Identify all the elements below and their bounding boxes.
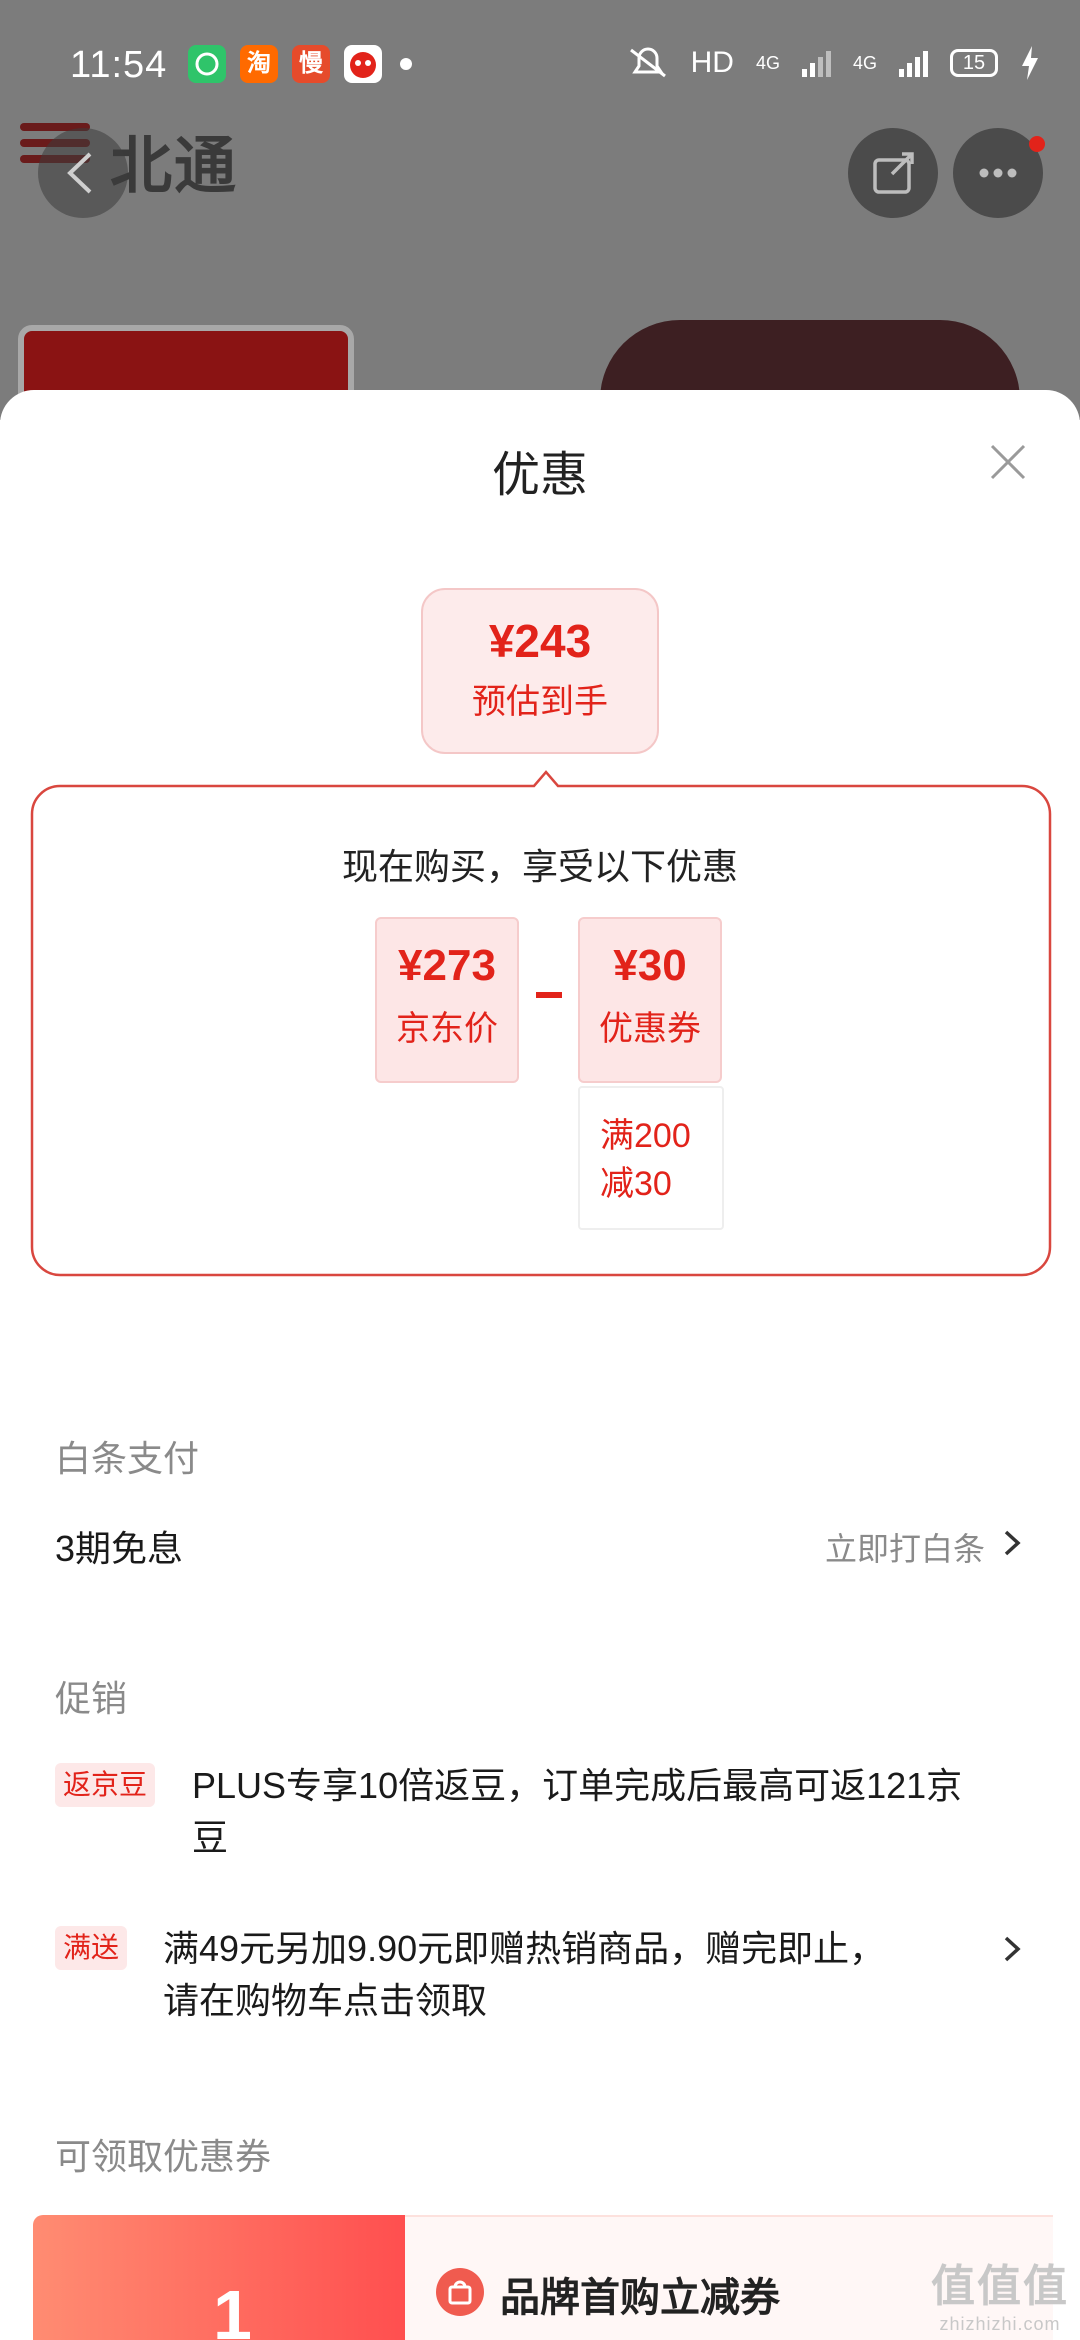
wechat-icon: [188, 45, 226, 83]
discount-sheet: 优惠 ¥243 预估到手: [0, 390, 1080, 2340]
estimated-price-label: 预估到手: [472, 683, 608, 721]
chevron-right-icon: [1004, 1936, 1021, 1962]
coupon-label: 优惠券: [599, 1010, 701, 1048]
coupon-card-left: 1: [33, 2215, 405, 2340]
signal-1-icon: [801, 49, 831, 77]
net-type-1: 4G: [755, 52, 780, 73]
coupons-section-label: 可领取优惠券: [55, 2136, 272, 2177]
breakdown-title: 现在购买，享受以下优惠: [341, 846, 738, 887]
taobao-icon: 淘: [240, 45, 278, 83]
promo-tag-jingdou: 返京豆: [55, 1763, 156, 1807]
notification-dot-icon: [1029, 136, 1045, 152]
battery-icon: 15: [950, 49, 998, 77]
share-button[interactable]: [848, 128, 938, 218]
promo-item-jingdou: PLUS专享10倍返豆，订单完成后最高可返121京 豆: [192, 1760, 1042, 1864]
chevron-left-icon: [67, 152, 92, 194]
baitiao-action[interactable]: 立即打白条: [825, 1524, 985, 1570]
charging-icon: [1022, 46, 1038, 80]
promo-jingdou-line2: 豆: [192, 1817, 229, 1858]
jd-price-value: ¥273: [398, 941, 496, 990]
coupon-value: ¥30: [613, 941, 687, 990]
coupon-chip: ¥30 优惠券: [578, 917, 722, 1083]
minus-sign: [536, 992, 562, 998]
watermark-sub: zhizhizhi.com: [939, 2314, 1061, 2334]
status-bar: 11:54 淘 慢 HD 4G 4G 15: [0, 0, 1080, 120]
coupon-condition-line2: 减30: [600, 1165, 672, 1203]
product-page-background: 11:54 淘 慢 HD 4G 4G 15 北通: [0, 0, 1080, 420]
watermark-main: 值值值: [931, 2262, 1069, 2311]
app-icon: 慢: [292, 45, 330, 83]
promo-tag-gift: 满送: [55, 1926, 128, 1970]
brand-name: 北通: [110, 132, 239, 201]
sheet-title: 优惠: [491, 449, 588, 502]
coupon-condition-line1: 满200: [600, 1117, 691, 1155]
promo-gift-line2: 请在购物车点击领取: [163, 1980, 488, 2021]
back-button[interactable]: [38, 128, 128, 218]
more-button[interactable]: [953, 128, 1045, 218]
coupon-title: 品牌首购立减券: [500, 2276, 780, 2320]
promotion-section-label: 促销: [55, 1678, 128, 1719]
estimated-price-box: ¥243 预估到手: [421, 588, 659, 754]
coupon-card[interactable]: 1 品牌首购立减券: [33, 2215, 1053, 2340]
watermark: 值值值 zhizhizhi.com: [930, 2250, 1070, 2335]
coupon-amount: 1: [213, 2276, 252, 2340]
chevron-right-icon: [1004, 1530, 1021, 1556]
baitiao-section-label: 白条支付: [55, 1438, 200, 1479]
status-right-group: HD 4G 4G 15: [627, 46, 1040, 80]
hd-label: HD: [690, 46, 734, 79]
signal-2-icon: [899, 49, 928, 77]
jd-price-chip: ¥273 京东价: [375, 917, 519, 1083]
jd-mascot-icon: [344, 45, 382, 83]
mute-bell-icon: [629, 47, 666, 78]
net-type-2: 4G: [852, 52, 877, 73]
promo-item-gift: 满49元另加9.90元即赠热销商品，赠完即止， 请在购物车点击领取: [163, 1923, 993, 2027]
close-icon[interactable]: [988, 442, 1028, 482]
coupon-condition: 满200 减30: [578, 1086, 724, 1230]
promo-jingdou-line1: PLUS专享10倍返豆，订单完成后最高可返121京: [192, 1765, 963, 1806]
promo-gift-line1: 满49元另加9.90元即赠热销商品，赠完即止，: [163, 1928, 886, 1969]
status-time: 11:54: [70, 44, 168, 86]
notification-dot-icon: [400, 58, 412, 70]
estimated-price: ¥243: [488, 615, 592, 667]
baitiao-item: 3期免息: [55, 1528, 184, 1569]
jd-price-label: 京东价: [396, 1010, 498, 1048]
share-icon: [873, 152, 914, 194]
gift-bag-icon: [436, 2268, 484, 2316]
